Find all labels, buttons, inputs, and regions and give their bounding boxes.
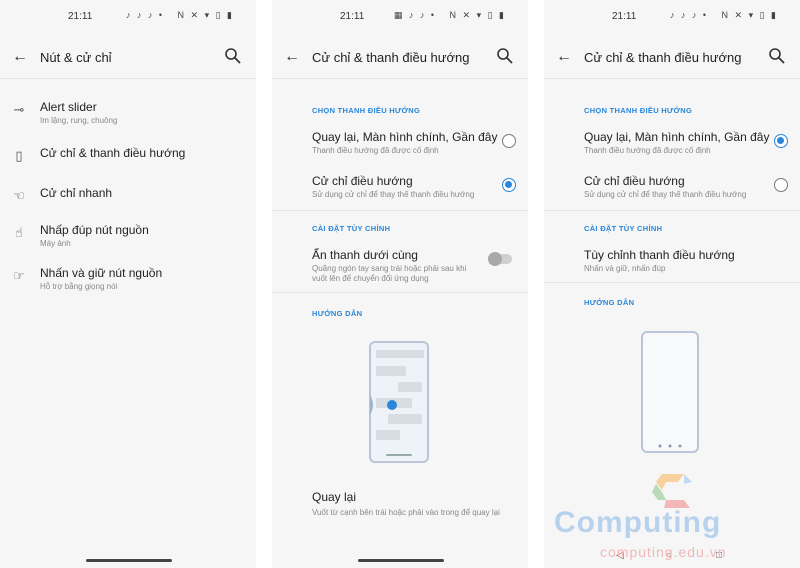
status-icons: ♪ ♪ ♪ • N ✕ ▾ ▯ ▮ [669,10,778,20]
double-tap-icon: ☝ [15,225,23,240]
setting-subtitle: Quãng ngón tay sang trái hoặc phải sau k… [312,264,467,273]
divider [544,210,800,211]
app-bar: ← Cử chỉ & thanh điều hướng [544,44,800,72]
press-hold-icon: ☞ [13,268,25,283]
menu-item-double-tap-power[interactable]: ☝ Nhấp đúp nút nguồn Máy ảnh [0,223,256,259]
setting-customize-navbar[interactable]: Tùy chỉnh thanh điều hướng Nhấn và giữ, … [544,248,800,278]
menu-item-title: Nhấn và giữ nút nguồn [40,266,163,280]
menu-item-title: Cử chỉ nhanh [40,186,113,200]
option-subtitle: Thanh điều hướng đã được cố định [312,146,439,155]
back-arrow-icon[interactable]: ← [284,48,300,66]
divider [0,78,256,79]
search-icon[interactable] [496,47,514,65]
menu-item-title: Nhấp đúp nút nguồn [40,223,149,237]
menu-item-subtitle: Im lặng, rung, chuông [40,116,118,125]
status-bar: 21:11 ♪ ♪ ♪ • N ✕ ▾ ▯ ▮ [0,10,256,26]
section-header-nav: CHỌN THANH ĐIỀU HƯỚNG [312,106,421,115]
screen-buttons-gestures: 21:11 ♪ ♪ ♪ • N ✕ ▾ ▯ ▮ ← Nút & cử chỉ ⊸… [0,0,256,568]
section-header-nav: CHỌN THANH ĐIỀU HƯỚNG [584,106,693,115]
status-time: 21:11 [340,11,365,22]
page-title: Nút & cử chỉ [40,50,112,65]
page-title: Cử chỉ & thanh điều hướng [584,50,742,65]
radio-buttons-nav[interactable] [774,134,788,148]
option-buttons-nav[interactable]: Quay lại, Màn hình chính, Gần đây Thanh … [272,130,528,160]
menu-item-title: Alert slider [40,100,97,114]
option-title: Quay lại, Màn hình chính, Gần đây [584,130,770,144]
divider [272,210,528,211]
option-buttons-nav[interactable]: Quay lại, Màn hình chính, Gần đây Thanh … [544,130,800,160]
section-header-custom: CÀI ĐẶT TÙY CHỈNH [584,224,663,233]
section-header-custom: CÀI ĐẶT TÙY CHỈNH [312,224,391,233]
hide-bar-toggle[interactable] [488,252,512,266]
option-title: Quay lại, Màn hình chính, Gần đây [312,130,498,144]
app-bar: ← Nút & cử chỉ [0,44,256,72]
menu-item-gestures-navbar[interactable]: ▯ Cử chỉ & thanh điều hướng [0,146,256,182]
watermark-brand: Computing [554,506,722,539]
gesture-nav-pill[interactable] [358,559,444,562]
option-gesture-nav[interactable]: Cử chỉ điều hướng Sử dụng cử chỉ để thay… [272,174,528,204]
setting-subtitle: Nhấn và giữ, nhấn đúp [584,264,666,273]
divider [272,292,528,293]
search-icon[interactable] [224,47,242,65]
radio-buttons-nav[interactable] [502,134,516,148]
setting-hide-bottom-bar[interactable]: Ẩn thanh dưới cùng Quãng ngón tay sang t… [272,248,528,288]
status-time: 21:11 [612,11,637,22]
menu-item-alert-slider[interactable]: ⊸ Alert slider Im lặng, rung, chuông [0,100,256,136]
divider [544,282,800,283]
section-header-guide: HƯỚNG DẪN [584,298,635,307]
back-arrow-icon[interactable]: ← [556,48,572,66]
guide-subtitle: Vuốt từ cạnh bên trái hoặc phải vào tron… [312,508,500,517]
back-arrow-icon[interactable]: ← [12,48,28,66]
section-header-guide: HƯỚNG DẪN [312,309,363,318]
guide-title: Quay lại [312,490,357,504]
option-subtitle: Thanh điều hướng đã được cố định [584,146,711,155]
menu-item-title: Cử chỉ & thanh điều hướng [40,146,186,160]
setting-title: Tùy chỉnh thanh điều hướng [584,248,735,262]
menu-item-subtitle: Máy ảnh [40,239,71,248]
radio-gesture-nav[interactable] [502,178,516,192]
status-bar: 21:11 ▦ ♪ ♪ • N ✕ ▾ ▯ ▮ [272,10,528,26]
setting-title: Ẩn thanh dưới cùng [312,248,418,262]
navbar-buttons-illustration [641,331,699,453]
option-title: Cử chỉ điều hướng [584,174,685,188]
divider [272,78,528,79]
menu-item-press-hold-power[interactable]: ☞ Nhấn và giữ nút nguồn Hỗ trợ bằng giọn… [0,266,256,302]
option-gesture-nav[interactable]: Cử chỉ điều hướng Sử dụng cử chỉ để thay… [544,174,800,204]
alert-slider-icon: ⊸ [13,102,25,117]
guide-back: Quay lại Vuốt từ cạnh bên trái hoặc phải… [272,490,528,530]
status-icons: ▦ ♪ ♪ • N ✕ ▾ ▯ ▮ [393,10,506,20]
option-subtitle: Sử dụng cử chỉ để thay thế thanh điều hư… [584,190,747,199]
computing-logo [652,474,692,508]
option-subtitle: Sử dụng cử chỉ để thay thế thanh điều hư… [312,190,475,199]
app-bar: ← Cử chỉ & thanh điều hướng [272,44,528,72]
gesture-hand-icon: ☜ [13,188,25,203]
divider [544,78,800,79]
phone-icon: ▯ [15,148,23,163]
radio-gesture-nav[interactable] [774,178,788,192]
search-icon[interactable] [768,47,786,65]
gesture-nav-pill[interactable] [86,559,172,562]
menu-item-subtitle: Hỗ trợ bằng giọng nói [40,282,118,291]
watermark-domain: computing.edu.vn [600,544,727,560]
setting-subtitle: vuốt lên để chuyển đổi ứng dụng [312,274,429,283]
status-time: 21:11 [68,11,93,22]
screen-gestures-navbar-gesture-mode: 21:11 ▦ ♪ ♪ • N ✕ ▾ ▯ ▮ ← Cử chỉ & thanh… [272,0,528,568]
status-icons: ♪ ♪ ♪ • N ✕ ▾ ▯ ▮ [125,10,234,20]
status-bar: 21:11 ♪ ♪ ♪ • N ✕ ▾ ▯ ▮ [544,10,800,26]
back-gesture-illustration [369,341,429,463]
page-title: Cử chỉ & thanh điều hướng [312,50,470,65]
menu-item-quick-gestures[interactable]: ☜ Cử chỉ nhanh [0,186,256,222]
watermark: Computing computing.edu.vn [554,470,798,568]
option-title: Cử chỉ điều hướng [312,174,413,188]
